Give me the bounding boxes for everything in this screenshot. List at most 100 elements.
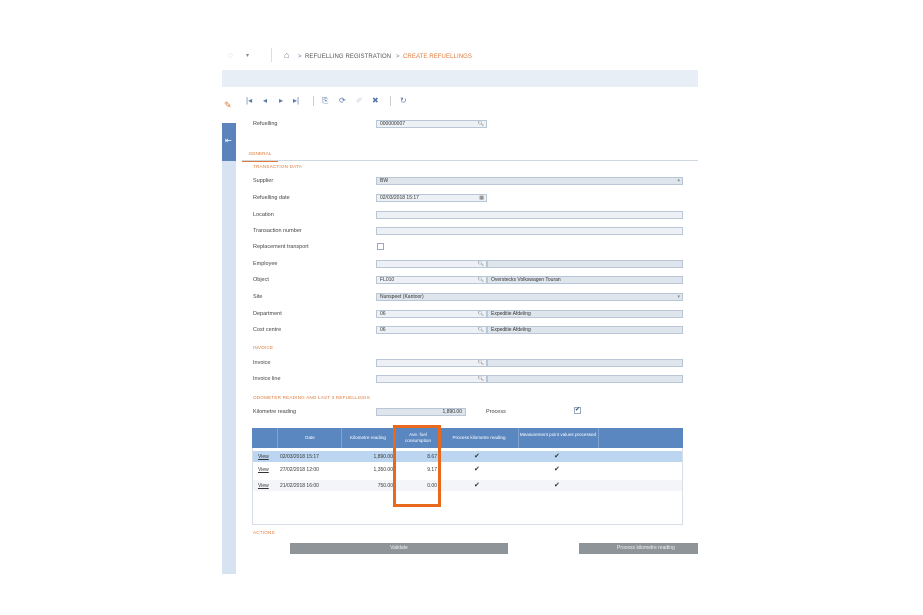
row-process-check-icon: ✔ bbox=[474, 482, 480, 489]
search-icon[interactable]: 🔍︎ bbox=[478, 327, 484, 333]
column-header-kilometre-reading[interactable]: Kilometre reading bbox=[341, 435, 395, 440]
invoice-line-description bbox=[487, 375, 683, 383]
last-record-icon[interactable]: ▸| bbox=[293, 96, 299, 105]
globe-icon[interactable]: ◌ bbox=[228, 51, 233, 60]
row-kilometre-reading: 1,890.00 bbox=[373, 454, 393, 460]
calendar-icon[interactable]: ▦ bbox=[479, 195, 484, 201]
site-value: Nunspeet (Kantoor) bbox=[380, 294, 424, 300]
refuelling-value: 000000007 bbox=[380, 121, 406, 127]
edit-icon[interactable]: ✐ bbox=[356, 96, 363, 105]
refuelling-date-input[interactable]: 02/03/2018 15:17 ▦ bbox=[376, 194, 487, 202]
chevron-down-icon[interactable]: ▾ bbox=[677, 294, 680, 300]
refuelling-input[interactable]: 000000007 🔍︎ bbox=[376, 120, 487, 128]
column-divider bbox=[277, 428, 278, 448]
chevron-down-icon[interactable]: ▾ bbox=[246, 52, 249, 59]
first-record-icon[interactable]: |◂ bbox=[246, 96, 252, 105]
view-link[interactable]: View bbox=[258, 454, 269, 460]
site-label: Site bbox=[253, 294, 263, 300]
department-description-text: Expeditie Afdeling bbox=[491, 311, 531, 317]
reload-icon[interactable]: ↻ bbox=[400, 96, 407, 105]
column-header-date[interactable]: Date bbox=[278, 435, 342, 440]
invoice-input[interactable]: 🔍︎ bbox=[376, 359, 487, 367]
invoice-description bbox=[487, 359, 683, 367]
breadcrumb-separator: > bbox=[298, 54, 302, 60]
process-checkbox[interactable]: ✔ bbox=[574, 407, 581, 414]
side-panel-toggle[interactable]: ⇤ bbox=[222, 123, 236, 161]
collapse-arrow-icon: ⇤ bbox=[225, 136, 232, 145]
table-row[interactable]: View 27/02/2018 12:00 1,350.00 9.17 ✔ ✔ bbox=[253, 464, 682, 475]
column-header-measurement-point-values[interactable]: Measurement point values processed bbox=[519, 432, 597, 438]
kilometre-reading-label: Kilometre reading bbox=[253, 409, 297, 415]
cost-centre-label: Cost centre bbox=[253, 327, 282, 333]
employee-description bbox=[487, 260, 683, 268]
kilometre-reading-input[interactable]: 1,890.00 bbox=[376, 408, 466, 416]
search-icon[interactable]: 🔍︎ bbox=[478, 261, 484, 267]
row-measured-check-icon: ✔ bbox=[554, 482, 560, 489]
copy-icon[interactable]: ⎘ bbox=[322, 96, 328, 106]
tab-divider bbox=[242, 160, 698, 161]
breadcrumb-item-refuelling-registration[interactable]: REFUELLING REGISTRATION bbox=[305, 54, 391, 60]
cost-centre-description: Expeditie Afdeling bbox=[487, 326, 683, 334]
refresh-icon[interactable]: ⟳ bbox=[339, 96, 346, 105]
invoice-line-input[interactable]: 🔍︎ bbox=[376, 375, 487, 383]
view-link[interactable]: View bbox=[258, 467, 269, 473]
kilometre-reading-value: 1,890.00 bbox=[442, 409, 462, 415]
process-kilometre-reading-button[interactable]: Process kilometre reading bbox=[579, 543, 698, 554]
next-record-icon[interactable]: ▸ bbox=[279, 96, 283, 105]
edit-page-icon[interactable]: ✎ bbox=[224, 100, 232, 111]
breadcrumb-separator: > bbox=[396, 54, 400, 60]
location-label: Location bbox=[253, 212, 274, 218]
search-icon[interactable]: 🔍︎ bbox=[478, 311, 484, 317]
column-divider bbox=[518, 428, 519, 448]
view-link[interactable]: View bbox=[258, 483, 269, 489]
location-input[interactable] bbox=[376, 211, 683, 219]
home-icon[interactable]: ⌂ bbox=[284, 50, 289, 60]
supplier-select[interactable]: BW ▾ bbox=[376, 177, 683, 185]
refuelling-date-label: Refuelling date bbox=[253, 195, 290, 201]
search-icon[interactable]: 🔍︎ bbox=[478, 277, 484, 283]
replacement-transport-label: Replacement transport bbox=[253, 244, 309, 250]
delete-icon[interactable]: ✖ bbox=[372, 96, 379, 105]
department-description: Expeditie Afdeling bbox=[487, 310, 683, 318]
table-row[interactable]: View 02/03/2018 15:17 1,890.00 8.67 ✔ ✔ bbox=[253, 451, 682, 462]
supplier-value: BW bbox=[380, 178, 389, 184]
department-input[interactable]: 06 🔍︎ bbox=[376, 310, 487, 318]
divider bbox=[271, 48, 272, 62]
column-header-process-kilometre-reading[interactable]: Process kilometre reading bbox=[441, 435, 517, 440]
table-row[interactable]: View 21/02/2018 16:00 750.00 0.00 ✔ ✔ bbox=[253, 480, 682, 491]
section-title-invoice: INVOICE bbox=[253, 345, 274, 350]
refuelling-date-value: 02/03/2018 15:17 bbox=[380, 195, 419, 201]
supplier-label: Supplier bbox=[253, 178, 274, 184]
row-kilometre-reading: 750.00 bbox=[377, 483, 393, 489]
row-measured-check-icon: ✔ bbox=[554, 466, 560, 473]
transaction-number-input[interactable] bbox=[376, 227, 683, 235]
fuel-consumption-highlight-box bbox=[393, 425, 441, 507]
search-icon[interactable]: 🔍︎ bbox=[478, 376, 484, 382]
row-process-check-icon: ✔ bbox=[474, 466, 480, 473]
employee-input[interactable]: 🔍︎ bbox=[376, 260, 487, 268]
cost-centre-input[interactable]: 06 🔍︎ bbox=[376, 326, 487, 334]
previous-record-icon[interactable]: ◂ bbox=[263, 96, 267, 105]
object-code: FL010 bbox=[380, 277, 395, 283]
row-date: 27/02/2018 12:00 bbox=[280, 467, 319, 473]
left-side-panel bbox=[222, 123, 236, 574]
object-input[interactable]: FL010 🔍︎ bbox=[376, 276, 487, 284]
grid-header: Date Kilometre reading Ave. fuel consump… bbox=[252, 428, 683, 448]
employee-label: Employee bbox=[253, 261, 278, 267]
section-title-actions: ACTIONS bbox=[253, 530, 275, 535]
top-navigation-bar: ◌ ▾ ⌂ > REFUELLING REGISTRATION > CREATE… bbox=[222, 44, 698, 70]
replacement-transport-checkbox[interactable] bbox=[377, 243, 384, 250]
site-select[interactable]: Nunspeet (Kantoor) ▾ bbox=[376, 293, 683, 301]
object-description-text: Overstecks Volkswagen Touran bbox=[491, 277, 561, 283]
search-icon[interactable]: 🔍︎ bbox=[478, 121, 484, 127]
divider bbox=[313, 96, 314, 106]
row-measured-check-icon: ✔ bbox=[554, 453, 560, 460]
search-icon[interactable]: 🔍︎ bbox=[478, 360, 484, 366]
object-label: Object bbox=[253, 277, 269, 283]
sub-header-bar bbox=[222, 70, 698, 87]
column-divider bbox=[598, 428, 599, 448]
cost-centre-code: 06 bbox=[380, 327, 386, 333]
chevron-down-icon[interactable]: ▾ bbox=[677, 178, 680, 184]
section-title-odometer: ODOMETER READING AND LAST 3 REFUELLINGS bbox=[253, 395, 370, 400]
validate-button[interactable]: Validate bbox=[290, 543, 508, 554]
